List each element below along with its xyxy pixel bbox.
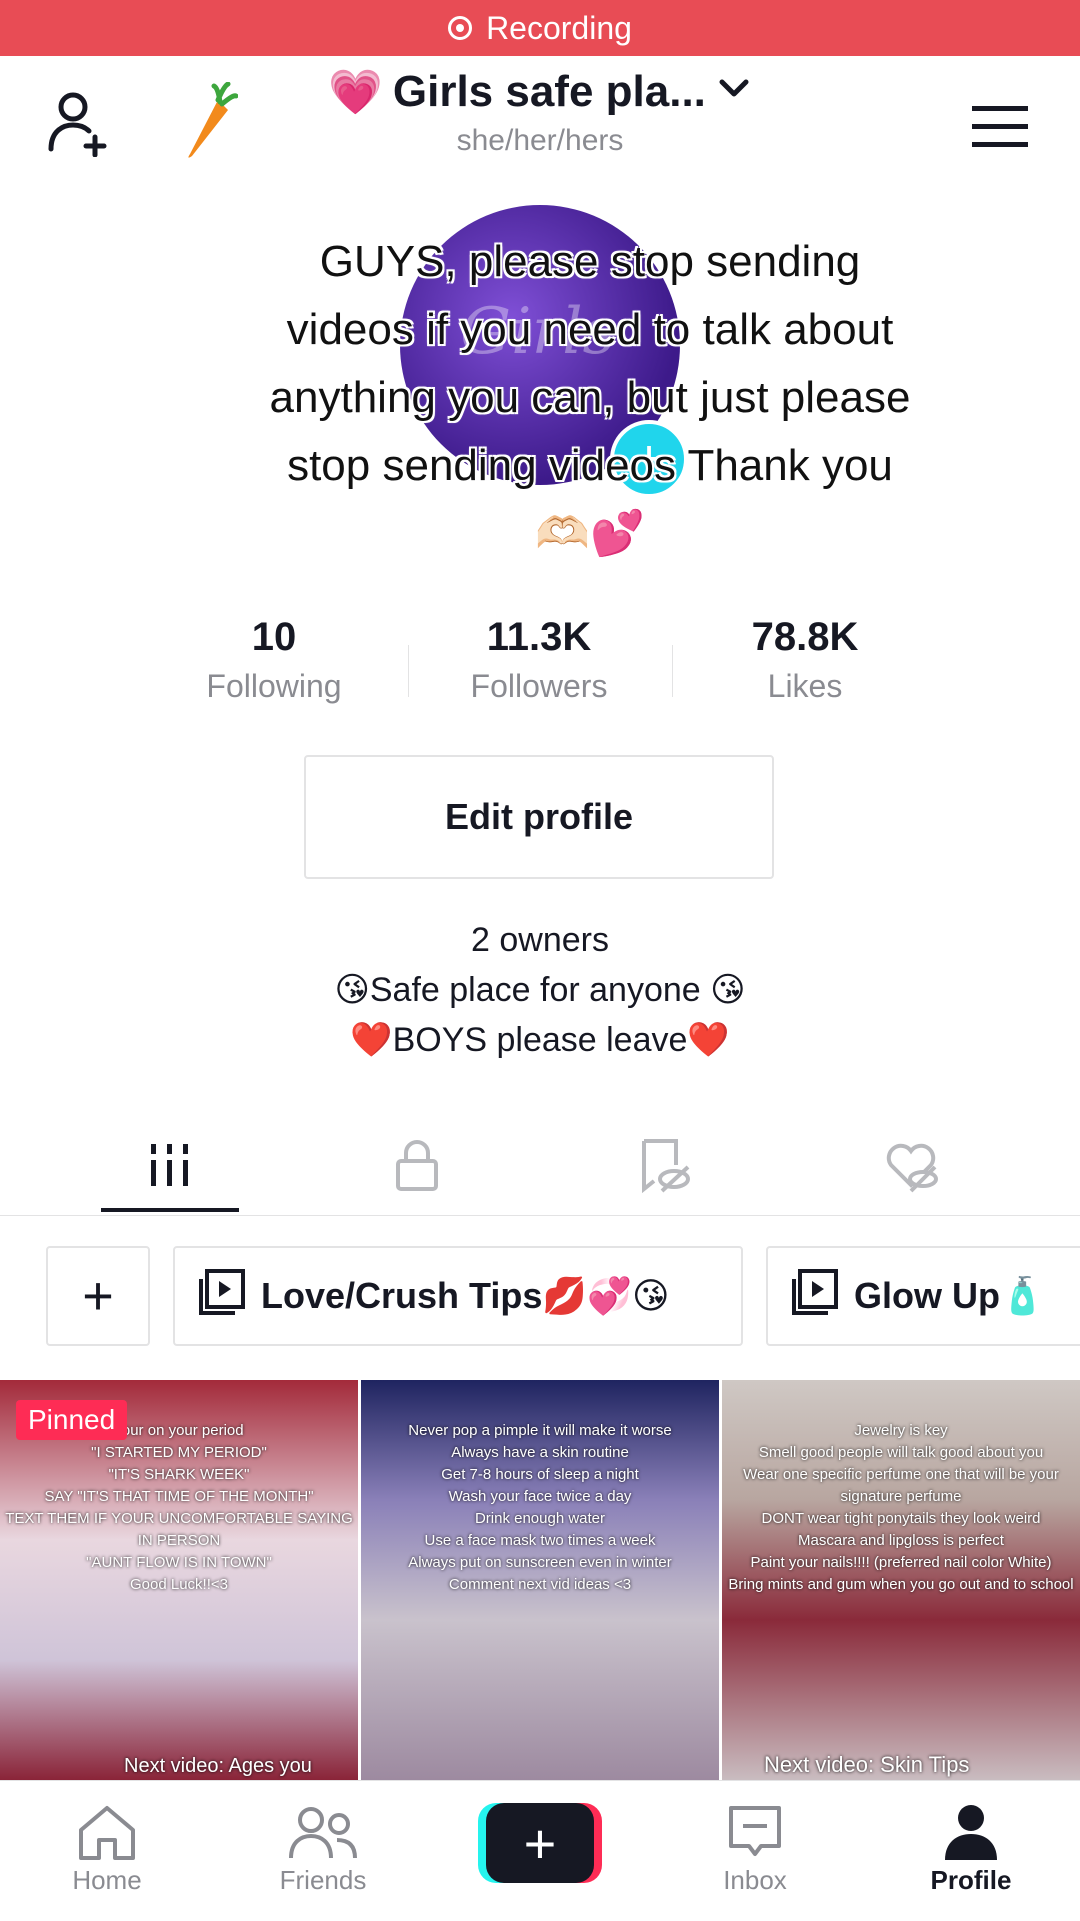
pronouns: she/her/hers xyxy=(456,124,624,157)
thumbnail-text: Never pop a pimple it will make it worse… xyxy=(408,1422,672,1593)
stat-divider xyxy=(672,645,673,697)
tab-saved[interactable] xyxy=(604,1130,724,1200)
tab-liked[interactable] xyxy=(851,1130,971,1200)
stat-divider xyxy=(408,645,409,697)
playlist-label: Glow Up🧴 xyxy=(854,1275,1045,1316)
create-button[interactable]: + xyxy=(478,1803,602,1883)
nav-label: Inbox xyxy=(723,1865,787,1895)
pinned-badge: Pinned xyxy=(16,1400,128,1440)
nav-label: Profile xyxy=(930,1865,1012,1895)
chevron-down-icon xyxy=(716,67,752,117)
account-name: Girls safe pla... xyxy=(392,67,706,116)
bio-line: 2 owners xyxy=(471,921,609,959)
next-video-label: Next video: Ages you xyxy=(124,1755,312,1777)
recording-label: Recording xyxy=(486,9,632,46)
profile-header: 💗 Girls safe pla... she/her/hers xyxy=(0,56,1080,186)
tab-videos[interactable] xyxy=(110,1130,230,1200)
menu-icon[interactable] xyxy=(960,92,1040,162)
bookmark-hidden-icon xyxy=(642,1139,690,1193)
playlist-row: + Love/Crush Tips💋💞😘 Glow Up🧴 xyxy=(0,1246,1080,1350)
playlist-item[interactable]: Love/Crush Tips💋💞😘 xyxy=(173,1246,743,1346)
video-thumbnail[interactable]: Never pop a pimple it will make it worse… xyxy=(361,1380,719,1780)
playlist-label: Love/Crush Tips💋💞😘 xyxy=(261,1275,670,1316)
video-caption-overlay: GUYS, please stop sending videos if you … xyxy=(269,237,911,558)
followers-count: 11.3K xyxy=(486,615,592,659)
stat-following[interactable]: 10 Following xyxy=(149,615,399,705)
following-label: Following xyxy=(206,668,342,704)
video-thumbnail[interactable]: your on your period "I STARTED MY PERIOD… xyxy=(0,1380,358,1780)
nav-label: Home xyxy=(72,1865,142,1895)
plus-icon: + xyxy=(486,1803,594,1883)
video-grid: your on your period "I STARTED MY PERIOD… xyxy=(0,1380,1080,1780)
thumbnail-text: Jewelry is key Smell good people will ta… xyxy=(728,1422,1074,1593)
playlist-icon xyxy=(790,1267,840,1326)
followers-label: Followers xyxy=(470,668,608,704)
nav-inbox[interactable]: Inbox xyxy=(690,1799,820,1896)
profile-stats: 10 Following 11.3K Followers 78.8K Likes xyxy=(0,615,1080,715)
next-video-label: Next video: Skin Tips xyxy=(764,1752,970,1777)
friends-icon xyxy=(289,1807,357,1859)
edit-profile-button[interactable]: Edit profile xyxy=(304,755,774,879)
stat-followers[interactable]: 11.3K Followers xyxy=(414,615,664,705)
thumbnail-text: your on your period "I STARTED MY PERIOD… xyxy=(5,1422,353,1593)
profile-tabs xyxy=(0,1115,1080,1216)
heart-hidden-icon xyxy=(886,1143,938,1193)
bottom-navigation: Home Friends + Inbox Profile xyxy=(0,1780,1080,1921)
inbox-icon xyxy=(729,1806,781,1856)
profile-icon xyxy=(945,1805,997,1860)
video-thumbnail[interactable]: Jewelry is key Smell good people will ta… xyxy=(722,1380,1080,1780)
add-playlist-button[interactable]: + xyxy=(46,1246,150,1346)
account-switcher[interactable]: 💗 Girls safe pla... she/her/hers xyxy=(0,66,1080,158)
bio-line: ❤️BOYS please leave❤️ xyxy=(350,1021,730,1059)
likes-label: Likes xyxy=(767,668,843,704)
nav-home[interactable]: Home xyxy=(42,1799,172,1896)
following-count: 10 xyxy=(251,615,297,659)
playlist-icon xyxy=(197,1267,247,1326)
nav-friends[interactable]: Friends xyxy=(258,1799,388,1896)
recording-bar[interactable]: Recording xyxy=(0,0,1080,56)
title-emoji: 💗 xyxy=(328,68,383,117)
likes-count: 78.8K xyxy=(751,615,859,659)
bio: 2 owners 😘Safe place for anyone 😘 ❤️BOYS… xyxy=(0,915,1080,1065)
playlist-item[interactable]: Glow Up🧴 xyxy=(766,1246,1080,1346)
tab-private[interactable] xyxy=(357,1130,477,1200)
lock-icon xyxy=(396,1140,438,1191)
active-tab-indicator xyxy=(101,1208,239,1212)
home-icon xyxy=(79,1806,135,1860)
nav-label: Friends xyxy=(279,1865,367,1895)
nav-profile[interactable]: Profile xyxy=(906,1799,1036,1896)
stat-likes[interactable]: 78.8K Likes xyxy=(680,615,930,705)
record-icon xyxy=(448,16,473,40)
bio-line: 😘Safe place for anyone 😘 xyxy=(334,971,746,1009)
grid-icon xyxy=(151,1144,188,1186)
